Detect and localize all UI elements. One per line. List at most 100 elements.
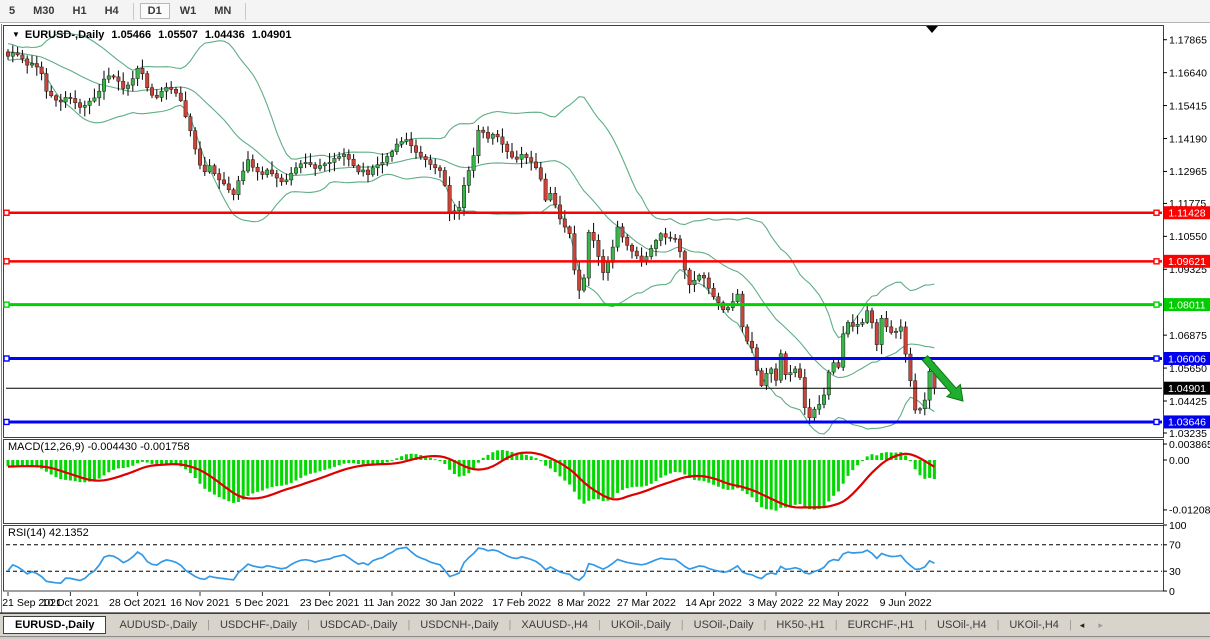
macd-bar bbox=[261, 460, 264, 491]
candle-bear bbox=[347, 154, 350, 159]
rsi-axis-label: 30 bbox=[1169, 566, 1181, 578]
date-axis-label[interactable]: 10 Oct 2021 bbox=[42, 597, 99, 609]
hline-anchor-right[interactable] bbox=[1154, 419, 1159, 424]
date-axis-label[interactable]: 11 Jan 2022 bbox=[363, 597, 420, 609]
date-axis-label[interactable]: 22 May 2022 bbox=[808, 597, 869, 609]
macd-bar bbox=[21, 460, 24, 466]
macd-axis-label: -0.01208 bbox=[1169, 505, 1210, 517]
rsi-axis-label: 0 bbox=[1169, 586, 1175, 598]
price-axis-label[interactable]: 1.17865 bbox=[1169, 35, 1207, 47]
candle-bull bbox=[83, 105, 86, 107]
hline-anchor-left[interactable] bbox=[4, 356, 9, 361]
chart-tab-EURUSD-Daily[interactable]: EURUSD-,Daily bbox=[3, 616, 106, 634]
macd-bar bbox=[635, 460, 638, 487]
macd-bar bbox=[45, 460, 48, 472]
macd-bar bbox=[127, 460, 130, 467]
price-axis-label[interactable]: 1.06875 bbox=[1169, 330, 1207, 342]
date-axis-label[interactable]: 9 Jun 2022 bbox=[880, 597, 932, 609]
date-axis-label[interactable]: 3 May 2022 bbox=[749, 597, 804, 609]
chart-tab-USDCHF-Daily[interactable]: USDCHF-,Daily bbox=[211, 617, 306, 633]
macd-bar bbox=[616, 460, 619, 493]
date-axis-label[interactable]: 8 Mar 2022 bbox=[557, 597, 610, 609]
macd-bar bbox=[799, 460, 802, 504]
date-axis-label[interactable]: 27 Mar 2022 bbox=[617, 597, 676, 609]
chart-tab-HK50-H1[interactable]: HK50-,H1 bbox=[767, 617, 833, 633]
macd-bar bbox=[698, 460, 701, 481]
macd-bar bbox=[866, 456, 869, 460]
candle-bull bbox=[400, 142, 403, 145]
hline-anchor-left[interactable] bbox=[4, 210, 9, 215]
candle-bull bbox=[842, 334, 845, 367]
date-axis-label[interactable]: 30 Jan 2022 bbox=[425, 597, 483, 609]
candle-bear bbox=[914, 381, 917, 410]
chart-tab-XAUUSD-H4[interactable]: XAUUSD-,H4 bbox=[512, 617, 597, 633]
price-axis-label[interactable]: 1.16640 bbox=[1169, 67, 1207, 79]
hline-anchor-right[interactable] bbox=[1154, 210, 1159, 215]
chart-tab-USOil-H4[interactable]: USOil-,H4 bbox=[928, 617, 996, 633]
candle-bull bbox=[98, 91, 101, 98]
chart-tab-AUDUSD-Daily[interactable]: AUDUSD-,Daily bbox=[110, 617, 206, 633]
hline-anchor-left[interactable] bbox=[4, 302, 9, 307]
candle-bear bbox=[803, 378, 806, 408]
candle-bear bbox=[530, 158, 533, 162]
candle-bear bbox=[688, 270, 691, 285]
chart-tab-EURCHF-H1[interactable]: EURCHF-,H1 bbox=[839, 617, 924, 633]
chart-tab-USDCNH-Daily[interactable]: USDCNH-,Daily bbox=[411, 617, 507, 633]
hline-anchor-left[interactable] bbox=[4, 419, 9, 424]
candle-bull bbox=[390, 152, 393, 157]
price-axis-label[interactable]: 1.12965 bbox=[1169, 166, 1207, 178]
macd-bar bbox=[794, 460, 797, 505]
hline-anchor-left[interactable] bbox=[4, 259, 9, 264]
tab-scroll-left-icon[interactable]: ◂ bbox=[1073, 620, 1092, 631]
date-axis-label[interactable]: 17 Feb 2022 bbox=[492, 597, 551, 609]
chart-symbol-label: EURUSD-,Daily bbox=[25, 29, 104, 41]
macd-bar bbox=[880, 453, 883, 460]
candle-bear bbox=[189, 117, 192, 131]
date-axis-label[interactable]: 14 Apr 2022 bbox=[685, 597, 742, 609]
macd-bar bbox=[727, 460, 730, 490]
macd-bar bbox=[352, 460, 355, 463]
chart-tab-USDCAD-Daily[interactable]: USDCAD-,Daily bbox=[311, 617, 407, 633]
hline-anchor-right[interactable] bbox=[1154, 259, 1159, 264]
candle-bull bbox=[654, 240, 657, 248]
chart-tab-USOil-Daily[interactable]: USOil-,Daily bbox=[685, 617, 763, 633]
chart-tab-UKOil-H4[interactable]: UKOil-,H4 bbox=[1000, 617, 1068, 633]
macd-bar bbox=[775, 460, 778, 511]
candle-bull bbox=[323, 164, 326, 166]
macd-bar bbox=[717, 460, 720, 487]
macd-bar bbox=[343, 460, 346, 464]
macd-bar bbox=[103, 460, 106, 475]
candle-bear bbox=[712, 288, 715, 297]
macd-bar bbox=[650, 460, 653, 484]
rsi-panel[interactable] bbox=[4, 526, 1164, 592]
date-axis-label[interactable]: 5 Dec 2021 bbox=[236, 597, 290, 609]
price-axis-label[interactable]: 1.10550 bbox=[1169, 231, 1207, 243]
tab-scroll-right-icon[interactable]: ▸ bbox=[1091, 620, 1110, 631]
price-axis-label[interactable]: 1.15415 bbox=[1169, 100, 1207, 112]
candle-bear bbox=[678, 239, 681, 252]
chart-dropdown-icon[interactable]: ▼ bbox=[12, 30, 20, 39]
hline-anchor-right[interactable] bbox=[1154, 302, 1159, 307]
hline-anchor-right[interactable] bbox=[1154, 356, 1159, 361]
macd-bar bbox=[914, 460, 917, 469]
candle-bull bbox=[371, 168, 374, 175]
price-badge-label: 1.08011 bbox=[1168, 299, 1205, 311]
chart-tab-UKOil-Daily[interactable]: UKOil-,Daily bbox=[602, 617, 680, 633]
macd-bar bbox=[842, 460, 845, 484]
date-axis-label[interactable]: 16 Nov 2021 bbox=[170, 597, 230, 609]
date-axis-label[interactable]: 23 Dec 2021 bbox=[300, 597, 360, 609]
candle-bear bbox=[179, 93, 182, 101]
price-axis-label[interactable]: 1.14190 bbox=[1169, 133, 1207, 145]
candle-bear bbox=[626, 237, 629, 245]
candle-bear bbox=[506, 144, 509, 152]
price-axis-label[interactable]: 1.04425 bbox=[1169, 396, 1207, 408]
candle-bear bbox=[112, 76, 115, 77]
macd-bar bbox=[299, 460, 302, 478]
candle-bear bbox=[563, 219, 566, 227]
candle-bull bbox=[126, 85, 129, 89]
macd-bar bbox=[751, 460, 754, 497]
candle-bull bbox=[160, 91, 163, 97]
chart-area[interactable]: 1.178651.166401.154151.141901.129651.117… bbox=[0, 0, 1210, 614]
date-axis-label[interactable]: 28 Oct 2021 bbox=[109, 597, 166, 609]
candle-bull bbox=[866, 311, 869, 323]
